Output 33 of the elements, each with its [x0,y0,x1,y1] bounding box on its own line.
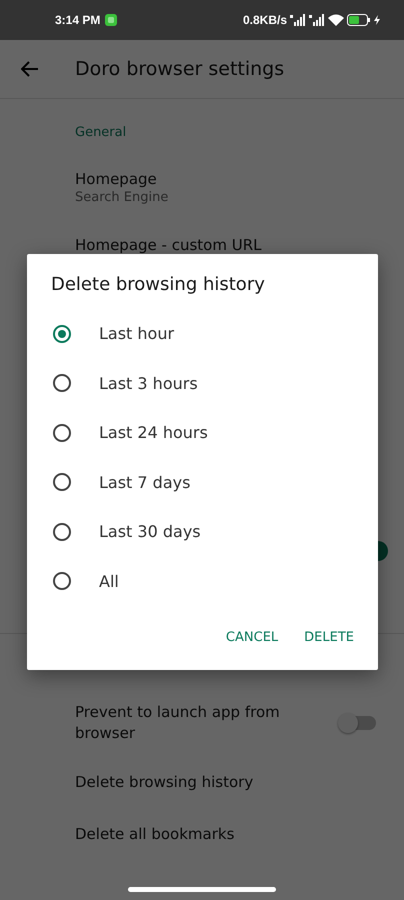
app-notification-icon [105,14,118,26]
radio-option[interactable]: Last 24 hours [27,408,378,458]
section-header: General [75,124,126,140]
signal-icon [290,14,306,26]
radio-button[interactable] [53,473,71,492]
signal-icon [309,14,325,26]
back-arrow-icon[interactable] [21,61,39,77]
radio-option[interactable]: Last hour [27,309,378,358]
setting-title[interactable]: Prevent to launch app from browser [75,702,325,744]
setting-title[interactable]: Delete all bookmarks [75,824,325,844]
wifi-icon [328,14,344,26]
status-time: 3:14 PM [55,13,100,27]
charging-icon [374,15,380,25]
radio-option[interactable]: Last 7 days [27,458,378,507]
radio-option[interactable]: All [27,556,378,606]
radio-button[interactable] [53,424,71,442]
battery-icon [347,14,371,26]
network-speed: 0.8KB/s [242,13,287,27]
toggle-switch[interactable] [340,716,376,730]
delete-button[interactable]: DELETE [294,624,364,651]
radio-option[interactable]: Last 3 hours [27,358,378,408]
radio-button[interactable] [53,374,71,392]
setting-title[interactable]: Homepage - custom URL [75,234,325,256]
cancel-button[interactable]: CANCEL [216,624,288,651]
radio-button[interactable] [53,522,71,541]
radio-button[interactable] [53,324,71,343]
dialog-title: Delete browsing history [50,274,266,295]
setting-title[interactable]: Delete browsing history [75,772,325,792]
radio-button[interactable] [53,572,71,590]
screen-title: Doro browser settings [75,58,284,80]
setting-value: Search Engine [75,190,170,205]
radio-option[interactable]: Last 30 days [27,507,378,556]
setting-title[interactable]: Homepage [75,169,325,190]
